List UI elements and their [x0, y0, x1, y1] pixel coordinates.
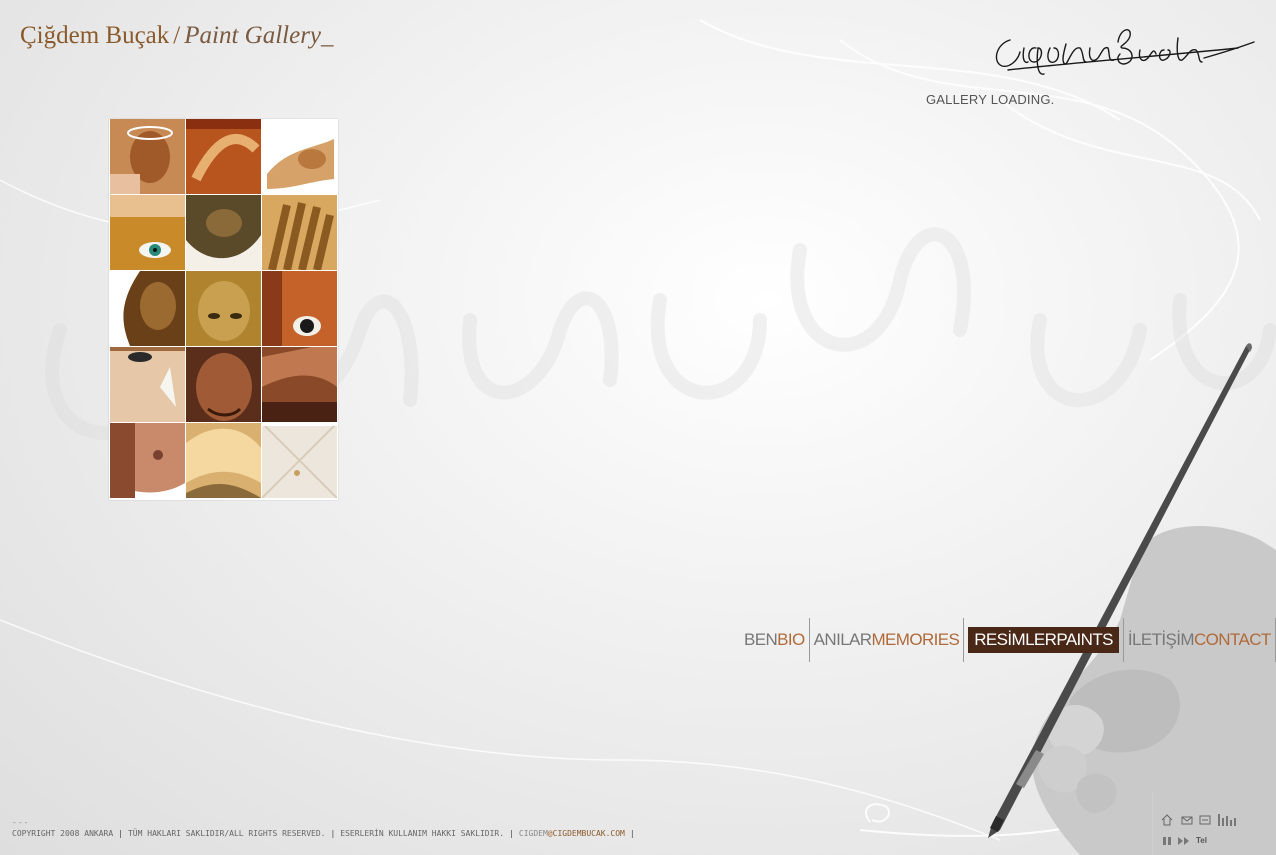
nav-paints-highlight: RESİMLER PAINTS [968, 627, 1119, 653]
mail-icon[interactable] [1181, 814, 1193, 826]
thumbnail-7[interactable] [110, 271, 185, 346]
nav-paints-tr-label: RESİMLER [974, 630, 1057, 649]
thumbnail-6[interactable] [262, 195, 337, 270]
window-icon[interactable] [1199, 814, 1211, 826]
footer: --- COPYRIGHT 2008 ANKARA | TÜM HAKLARI SA… [12, 818, 1142, 838]
thumbnail-12[interactable] [262, 347, 337, 422]
site-title: Çiğdem Buçak / Paint Gallery_ [20, 22, 334, 50]
nav-memories-en-label: MEMORIES [871, 630, 960, 649]
footer-separator-4: | [629, 829, 635, 838]
painting-hand-illustration [859, 343, 1276, 855]
thumbnail-1[interactable] [110, 119, 185, 194]
thumbnail-13[interactable] [110, 423, 185, 498]
thumbnail-3[interactable] [262, 119, 337, 194]
site-subtitle: Paint Gallery_ [184, 22, 334, 49]
home-icon[interactable] [1161, 814, 1173, 826]
nav-item-contact[interactable]: İLETİŞİM CONTACT [1124, 618, 1276, 662]
thumbnail-10[interactable] [110, 347, 185, 422]
nav-item-paints[interactable]: RESİMLER PAINTS [964, 618, 1124, 662]
footer-dash: --- [12, 818, 30, 827]
title-separator: / [173, 22, 181, 49]
nav-item-memories[interactable]: ANILAR MEMORIES [810, 618, 965, 662]
footer-rights: TÜM HAKLARI SAKLIDIR/ALL RIGHTS RESERVED… [127, 829, 326, 838]
player-controls: Tel [1152, 792, 1276, 855]
nav-contact-en-label: CONTACT [1193, 630, 1271, 649]
footer-separator-3: | [509, 829, 514, 838]
footer-email-user: CIGDEM [518, 829, 548, 838]
thumbnail-5[interactable] [186, 195, 261, 270]
nav-memories-tr-label: ANILAR [813, 630, 872, 649]
site-title-name: Çiğdem Buçak [20, 22, 170, 49]
footer-separator-2: | [330, 829, 336, 838]
forward-icon[interactable] [1177, 835, 1191, 847]
thumbnail-8[interactable] [186, 271, 261, 346]
thumbnail-14[interactable] [186, 423, 261, 498]
page-stage: Çiğdem Buçak / Paint Gallery_ GALLERY LOAD… [0, 0, 1276, 855]
thumbnail-11[interactable] [186, 347, 261, 422]
thumbnail-4[interactable] [110, 195, 185, 270]
tel-link[interactable]: Tel [1196, 836, 1207, 845]
nav-item-bio[interactable]: BEN BIO [740, 618, 810, 662]
main-navigation: BEN BIO ANILAR MEMORIES RESİMLER PAINTS İLE… [740, 618, 1276, 662]
thumbnail-9[interactable] [262, 271, 337, 346]
thumbnail-2[interactable] [186, 119, 261, 194]
nav-bio-tr-label: BEN [744, 630, 778, 649]
thumbnail-15[interactable] [262, 423, 337, 498]
footer-email-domain: CIGDEMBUCAK.COM [552, 829, 625, 838]
footer-separator-1: | [118, 829, 123, 838]
nav-paints-en-label: PAINTS [1056, 630, 1113, 649]
footer-email-link[interactable]: CIGDEM@CIGDEMBUCAK.COM [519, 829, 625, 838]
signature-logo [995, 29, 1255, 75]
gallery-loading-status: GALLERY LOADING. [926, 92, 1055, 107]
thumbnail-gallery [109, 119, 338, 500]
nav-contact-tr-label: İLETİŞİM [1127, 630, 1195, 649]
footer-copyright: COPYRIGHT 2008 ANKARA [12, 829, 114, 838]
pause-icon[interactable] [1161, 835, 1173, 847]
footer-usage: ESERLERİN KULLANIM HAKKI SAKLIDIR. [340, 829, 505, 838]
footer-line: COPYRIGHT 2008 ANKARA | TÜM HAKLARI SAKLID… [12, 829, 1142, 838]
equalizer-icon[interactable] [1217, 812, 1239, 826]
nav-bio-en-label: BIO [777, 630, 805, 649]
